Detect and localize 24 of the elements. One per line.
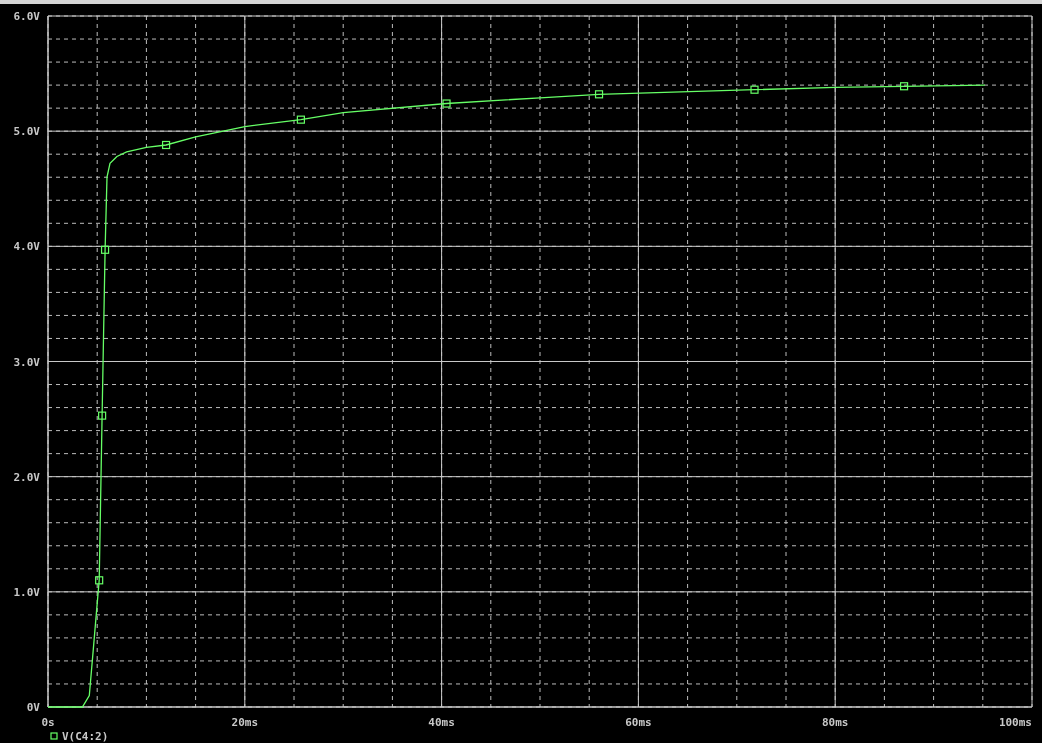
- y-tick-label: 4.0V: [13, 240, 40, 254]
- y-tick-label: 2.0V: [13, 470, 40, 484]
- x-tick-label: 40ms: [428, 716, 455, 729]
- legend-marker-icon: [50, 732, 58, 740]
- data-marker-icon: [98, 411, 107, 420]
- x-tick-label: 20ms: [231, 716, 259, 729]
- data-marker-icon: [594, 90, 604, 99]
- data-marker-icon: [100, 245, 110, 254]
- y-tick-label: 0V: [26, 701, 40, 714]
- data-marker-icon: [900, 82, 909, 91]
- x-tick-label: 0s: [41, 716, 55, 729]
- y-tick-label: 3.0V: [13, 355, 40, 369]
- data-marker-icon: [442, 99, 451, 108]
- y-tick-label: 1.0V: [13, 585, 40, 599]
- legend-label: V(C4:2): [62, 730, 109, 743]
- x-tick-label: 100ms: [998, 716, 1032, 729]
- x-tick-label: 80ms: [821, 716, 849, 729]
- y-tick-label: 6.0V: [13, 10, 40, 23]
- y-tick-label: 5.0V: [13, 125, 40, 139]
- x-tick-label: 60ms: [625, 716, 652, 729]
- data-marker-icon: [162, 140, 171, 150]
- data-marker-icon: [95, 576, 104, 585]
- data-marker-icon: [296, 115, 305, 124]
- data-marker-icon: [750, 85, 759, 94]
